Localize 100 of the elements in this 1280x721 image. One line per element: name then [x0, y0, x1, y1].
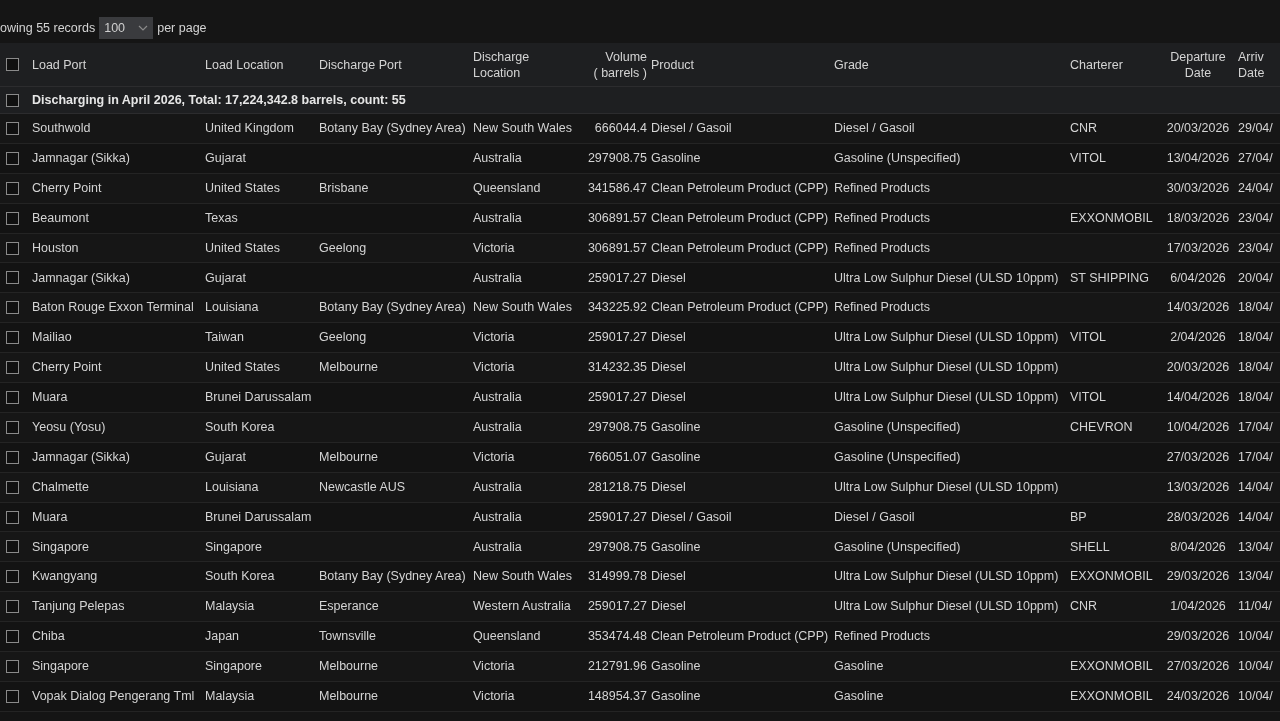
table-cell-text: Refined Products [834, 209, 931, 227]
table-cell-text: 23/04/ [1238, 239, 1274, 257]
table-cell-text: Brunei Darussalam [205, 508, 313, 526]
table-cell-text: Yeosu (Yosu) [32, 418, 107, 436]
checkbox[interactable] [6, 121, 19, 135]
table-cell-text: Australia [473, 538, 523, 556]
table-cell-text: Australia [473, 389, 523, 407]
column-header[interactable]: Discharge Location [473, 48, 579, 81]
table-cell-text: Brisbane [319, 179, 370, 197]
checkbox[interactable] [6, 331, 19, 345]
table-cell-text: South Korea [205, 418, 276, 436]
table-cell-text: Australia [473, 149, 523, 167]
table-cell-text: 29/03/2026 [1165, 628, 1231, 646]
checkbox[interactable] [6, 630, 19, 644]
table-cell-text: Gasoline [834, 688, 885, 705]
table-cell-text: Melbourne [319, 688, 380, 705]
table-cell-text: Muara [32, 389, 69, 407]
table-cell-text: New South Wales [473, 568, 573, 586]
table-cell-text: Diesel [651, 598, 687, 616]
checkbox[interactable] [6, 151, 19, 165]
table-cell-text: Diesel [651, 269, 687, 287]
table-cell-text: 27/03/2026 [1165, 448, 1231, 466]
checkbox[interactable] [6, 301, 19, 315]
checkbox[interactable] [6, 93, 19, 107]
table-cell-text: Diesel [651, 478, 687, 496]
table-cell-text: Diesel / Gasoil [651, 508, 733, 526]
table-cell-text: Gasoline [651, 418, 702, 436]
table-cell-text: SHELL [1070, 538, 1111, 556]
column-header[interactable]: Charterer [1070, 56, 1158, 73]
table-cell-text: 259017.27 [586, 389, 648, 407]
group-summary: Discharging in April 2026, Total: 17,224,342.8 barrels, count: 55 [32, 91, 407, 109]
table-cell-text: Clean Petroleum Product (CPP) [651, 299, 830, 317]
checkbox[interactable] [6, 271, 19, 285]
table-cell-text: Chalmette [32, 478, 90, 496]
table-cell-text: 20/03/2026 [1165, 120, 1231, 138]
column-header[interactable]: Arriv Date [1238, 48, 1280, 81]
table-cell-text: 13/04/ [1238, 568, 1274, 586]
table-cell-text: Singapore [32, 538, 90, 556]
checkbox[interactable] [6, 600, 19, 614]
table-cell-text: Western Australia [473, 598, 572, 616]
table-cell-text: ST SHIPPING [1070, 269, 1150, 287]
checkbox[interactable] [6, 58, 19, 71]
table-cell-text: 8/04/2026 [1169, 538, 1227, 556]
checkbox[interactable] [6, 689, 19, 703]
column-header[interactable]: Grade [834, 56, 1070, 73]
checkbox[interactable] [6, 390, 19, 404]
table-cell-text: Victoria [473, 448, 516, 466]
table-cell-text: 259017.27 [586, 329, 648, 347]
table-cell-text: 17/03/2026 [1165, 239, 1231, 257]
table-cell-text: 259017.27 [586, 598, 648, 616]
table-cell-text: 28/03/2026 [1165, 508, 1231, 526]
table-cell-text: 341586.47 [586, 179, 648, 197]
column-header[interactable]: Discharge Port [319, 56, 473, 73]
column-header[interactable]: Load Location [205, 56, 319, 73]
checkbox[interactable] [6, 241, 19, 255]
table-cell-text: Gasoline (Unspecified) [834, 538, 962, 556]
table-cell-text: Australia [473, 269, 523, 287]
checkbox[interactable] [6, 540, 19, 554]
checkbox[interactable] [6, 181, 19, 195]
table-cell-text: Chiba [32, 628, 66, 646]
table-cell-text: 13/04/2026 [1165, 149, 1231, 167]
checkbox[interactable] [6, 450, 19, 464]
table-cell-text: 11/04/ [1238, 598, 1273, 616]
table-cell-text: 353474.48 [586, 628, 648, 646]
checkbox[interactable] [6, 570, 19, 584]
table-cell-text: 10/04/2026 [1165, 418, 1231, 436]
table-cell-text: 29/03/2026 [1165, 568, 1231, 586]
checkbox[interactable] [6, 510, 19, 524]
table-cell-text: 314232.35 [586, 359, 648, 377]
table-cell-text: Victoria [473, 359, 516, 377]
checkbox[interactable] [6, 659, 19, 673]
table-cell-text: EXXONMOBIL [1070, 688, 1154, 705]
table-cell-text: Refined Products [834, 628, 931, 646]
column-header[interactable]: Product [651, 56, 834, 73]
column-header[interactable]: Load Port [32, 56, 205, 73]
table-cell-text: 148954.37 [586, 688, 648, 705]
checkbox[interactable] [6, 361, 19, 375]
table-cell-text: Southwold [32, 120, 92, 138]
checkbox[interactable] [6, 420, 19, 434]
table-cell-text: Diesel [651, 389, 687, 407]
table-cell-text: Clean Petroleum Product (CPP) [651, 179, 830, 197]
table-cell-text: Malaysia [205, 688, 256, 705]
table-cell-text: CNR [1070, 120, 1099, 138]
table-cell-text: 259017.27 [586, 269, 648, 287]
checkbox[interactable] [6, 211, 19, 225]
column-header[interactable]: Departure Date [1158, 48, 1238, 81]
table-cell-text: 10/04/ [1238, 688, 1274, 705]
table-cell-text: 18/04/ [1238, 389, 1274, 407]
table-cell-text: Beaumont [32, 209, 90, 227]
column-header[interactable]: Volume ( barrels ) [579, 48, 651, 81]
table-cell-text: Gasoline (Unspecified) [834, 448, 962, 466]
table-cell-text: Louisiana [205, 478, 260, 496]
table-cell-text: Diesel / Gasoil [834, 508, 916, 526]
table-cell-text: Gasoline [651, 448, 702, 466]
table-cell-text: Ultra Low Sulphur Diesel (ULSD 10ppm) [834, 568, 1060, 586]
table-cell-text: 306891.57 [586, 209, 648, 227]
page-size-select[interactable]: 100 [99, 17, 154, 39]
table-cell-text: Mailiao [32, 329, 73, 347]
checkbox[interactable] [6, 480, 19, 494]
table-cell-text: VITOL [1070, 149, 1107, 167]
